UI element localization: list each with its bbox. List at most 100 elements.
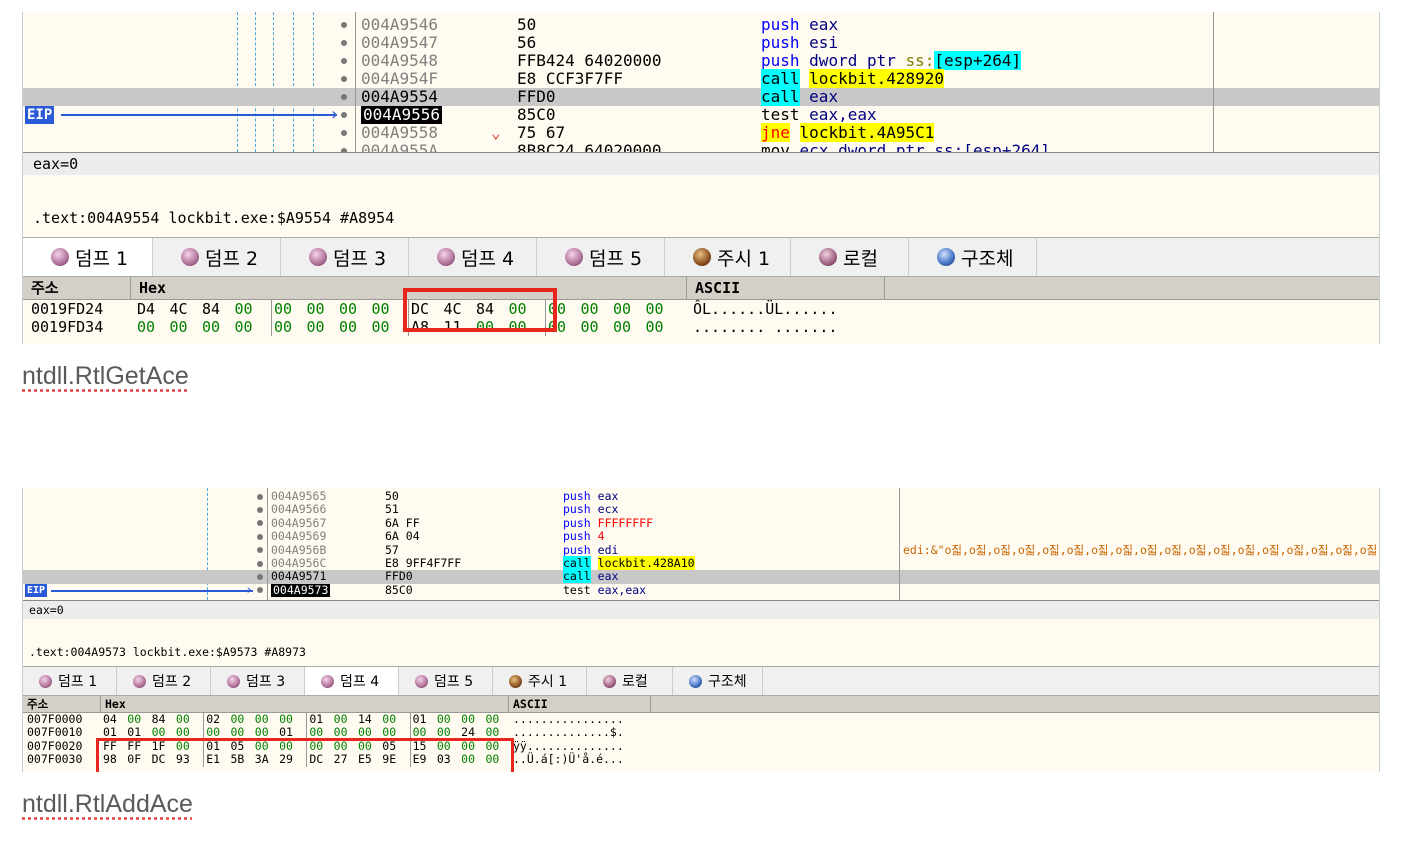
tab-dump-3[interactable]: 덤프 3 xyxy=(211,667,305,695)
tab-label: 덤프 1 xyxy=(75,247,129,270)
operand: lockbit.428A10 xyxy=(597,556,695,570)
breakpoint-dot[interactable] xyxy=(341,112,347,118)
hex-byte: 84 xyxy=(202,300,221,318)
tab-label: 구조체 xyxy=(708,674,747,690)
disasm-row[interactable]: 004A9547 56 push esi xyxy=(23,34,1379,52)
breakpoint-dot[interactable] xyxy=(257,560,263,567)
breakpoint-dot[interactable] xyxy=(257,493,263,500)
disasm-row[interactable]: 004A954F E8 CCF3F7FF call lockbit.428920 xyxy=(23,69,1379,88)
breakpoint-dot[interactable] xyxy=(341,40,347,46)
caption-rtlgetace: ntdll.RtlGetAce xyxy=(22,362,189,390)
opcode: mov xyxy=(761,141,790,153)
tab-dump-4[interactable]: 덤프 4 xyxy=(305,667,399,695)
breakpoint-dot[interactable] xyxy=(341,130,347,136)
tab-watch-1[interactable]: 주시 1 xyxy=(493,667,587,695)
hex-dump-header: 주소 Hex ASCII xyxy=(23,277,1379,300)
instruction-bytes: 50 xyxy=(385,489,399,503)
instruction-mnemonic: call lockbit.428A10 xyxy=(563,556,695,570)
hex-byte: 00 xyxy=(580,300,599,318)
disasm-row[interactable]: 004A956C E8 9FF4F7FF call lockbit.428A10 xyxy=(23,556,1379,570)
instruction-mnemonic: mov ecx,dword ptr ss:[esp+264] xyxy=(761,141,1050,153)
tab-dump-1[interactable]: 덤프 1 xyxy=(23,238,153,276)
opcode: test xyxy=(563,582,591,597)
disasm-row[interactable]: 004A9571 FFD0 call eax xyxy=(23,569,1379,584)
tab-struct[interactable]: 구조체 xyxy=(909,238,1037,276)
disasm-row[interactable]: 004A9546 50 push eax xyxy=(23,16,1379,34)
instruction-mnemonic: jne lockbit.4A95C1 xyxy=(761,123,935,142)
tab-struct[interactable]: 구조체 xyxy=(673,667,763,695)
instruction-mnemonic: push eax xyxy=(563,489,618,503)
arrow-head-icon: › xyxy=(329,104,340,125)
breakpoint-dot[interactable] xyxy=(257,533,263,540)
ascii-column-header: ASCII xyxy=(687,277,885,299)
disassembly-pane[interactable]: 004A9565 50 push eax 004A9566 51 push ecx 004A… xyxy=(23,488,1379,600)
hex-byte: 00 xyxy=(279,712,293,726)
hex-address: 007F0010 xyxy=(27,725,83,740)
disasm-row[interactable]: 004A9569 6A 04 push 4 xyxy=(23,529,1379,544)
breakpoint-dot[interactable] xyxy=(257,507,263,514)
orb-icon xyxy=(309,248,327,266)
hex-byte: 00 xyxy=(436,712,451,726)
globe-icon xyxy=(689,674,702,688)
tab-label: 로컬 xyxy=(622,674,648,690)
instruction-address: 004A9548 xyxy=(361,51,439,70)
disasm-row[interactable]: 004A9567 6A FF push FFFFFFFF xyxy=(23,515,1379,530)
hex-ascii: ........ ....... xyxy=(693,318,838,336)
hex-row[interactable]: 0019FD34 00 00 00 00 00 00 00 00 A8 11 00 00 00 00 00 00… xyxy=(23,318,1379,336)
hex-byte: 00 xyxy=(234,300,253,318)
tab-label: 덤프 4 xyxy=(461,247,515,270)
disasm-row[interactable]: 004A9565 50 push eax xyxy=(23,489,1379,503)
watch-icon xyxy=(693,248,711,266)
address-column-header: 주소 xyxy=(23,277,131,299)
disasm-row[interactable]: 004A9548 FFB424 64020000 push dword ptr ss… xyxy=(23,51,1379,70)
orb-icon xyxy=(565,248,583,266)
breakpoint-dot[interactable] xyxy=(257,574,263,581)
hex-byte: 14 xyxy=(357,712,372,726)
hex-byte: 02 xyxy=(206,712,221,726)
tab-dump-2[interactable]: 덤프 2 xyxy=(153,238,281,276)
tab-watch-1[interactable]: 주시 1 xyxy=(665,238,791,276)
tab-dump-2[interactable]: 덤프 2 xyxy=(117,667,211,695)
orb-icon xyxy=(227,674,240,688)
address-column-header: 주소 xyxy=(23,696,101,712)
ascii-column-header: ASCII xyxy=(509,696,651,712)
tab-dump-5[interactable]: 덤프 5 xyxy=(537,238,665,276)
instruction-address: 004A9569 xyxy=(271,529,327,544)
hex-row[interactable]: 0019FD24 D4 4C 84 00 00 00 00 00 DC 4C 84 00 00 00 00 00… xyxy=(23,300,1379,318)
breakpoint-dot[interactable] xyxy=(341,22,347,28)
tab-label: 로컬 xyxy=(843,247,878,270)
disasm-row[interactable]: 004A9554 FFD0 call eax xyxy=(23,87,1379,106)
instruction-bytes: 85C0 xyxy=(385,582,413,597)
breakpoint-dot[interactable] xyxy=(257,520,263,527)
hex-dump-pane[interactable]: 0019FD24 D4 4C 84 00 00 00 00 00 DC 4C 84 00 00 00 00 00… xyxy=(23,300,1379,344)
tab-dump-5[interactable]: 덤프 5 xyxy=(399,667,493,695)
tab-locals[interactable]: 로컬 xyxy=(791,238,909,276)
disasm-row[interactable]: 004A9558 75 67 jne lockbit.4A95C1 xyxy=(23,123,1379,142)
instruction-address: 004A9573 xyxy=(271,582,331,598)
hex-address: 007F0020 xyxy=(27,738,83,753)
hex-row[interactable]: 007F0000 04 00 84 00 02 00 00 00 01 00 14 00 01 00 00 00… xyxy=(23,712,1379,727)
hex-ascii: ..............$. xyxy=(513,725,624,740)
hex-byte: 00 xyxy=(274,318,293,336)
opcode: push xyxy=(563,515,591,530)
disasm-row[interactable]: 004A9566 51 push ecx xyxy=(23,502,1379,517)
breakpoint-dot[interactable] xyxy=(341,94,347,100)
disassembly-pane[interactable]: 004A9546 50 push eax 004A9547 56 push esi 004A… xyxy=(23,12,1379,152)
hex-byte: 00 xyxy=(230,712,245,726)
tab-locals[interactable]: 로컬 xyxy=(587,667,673,695)
hex-byte: 00 xyxy=(485,712,500,726)
disasm-row[interactable]: 004A955A 8B8C24 64020000 mov ecx,dword ptr… xyxy=(23,142,1379,152)
breakpoint-dot[interactable] xyxy=(341,58,347,64)
dump-tab-bar: 덤프 1 덤프 2 덤프 3 덤프 4 덤프 5 주시 1 로컬 구조체 xyxy=(23,237,1379,277)
breakpoint-dot[interactable] xyxy=(257,547,263,554)
hex-group-sep xyxy=(200,713,205,727)
instruction-address: 004A9566 xyxy=(271,502,327,517)
hex-byte: 00 xyxy=(306,318,325,336)
tab-label: 구조체 xyxy=(961,247,1014,270)
breakpoint-dot[interactable] xyxy=(341,76,347,82)
tab-dump-3[interactable]: 덤프 3 xyxy=(281,238,409,276)
tab-dump-1[interactable]: 덤프 1 xyxy=(23,667,117,695)
tab-label: 덤프 4 xyxy=(340,674,380,690)
tab-dump-4[interactable]: 덤프 4 xyxy=(409,238,537,276)
breakpoint-dot[interactable] xyxy=(257,587,263,594)
